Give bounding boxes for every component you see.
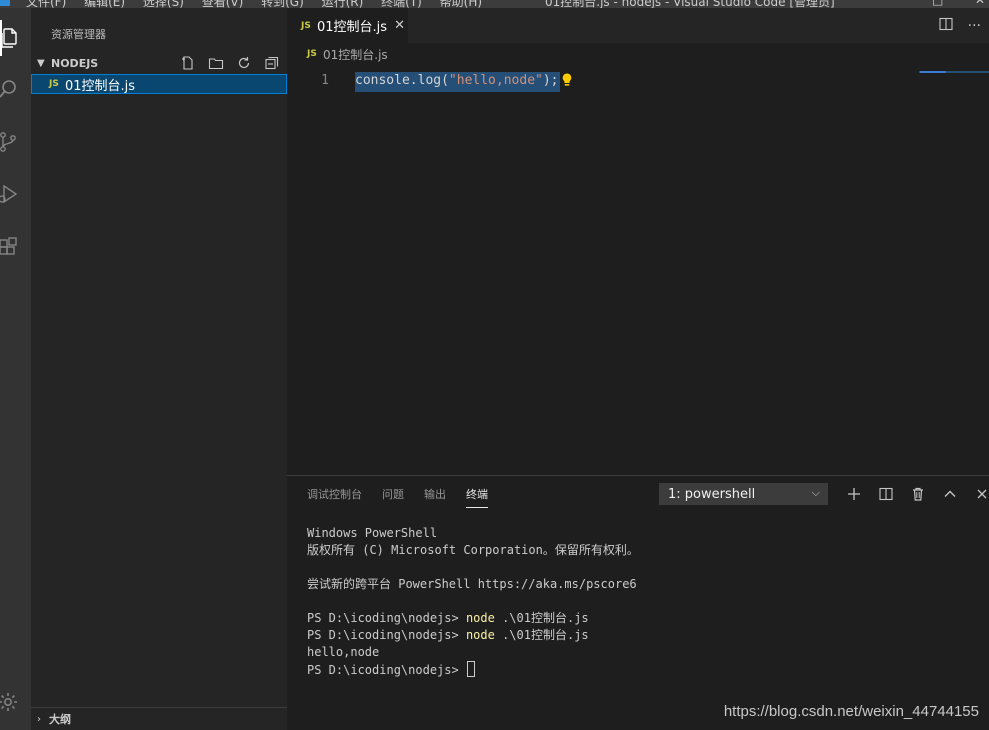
- terminal-argument: .\01控制台.js: [494, 628, 589, 642]
- code-call: console.log(: [355, 73, 449, 88]
- explorer-icon[interactable]: [0, 20, 31, 56]
- line-number: 1: [321, 73, 329, 88]
- close-tab-icon[interactable]: ✕: [394, 18, 405, 33]
- more-actions-icon[interactable]: ···: [968, 18, 981, 34]
- terminal-select[interactable]: 1: powershell ⌵: [659, 483, 828, 505]
- sidebar-title: 资源管理器: [51, 28, 106, 41]
- tab-terminal[interactable]: 终端: [466, 486, 488, 508]
- terminal-prompt: PS D:\icoding\nodejs>: [307, 628, 466, 642]
- terminal-select-value: 1: powershell: [668, 486, 756, 502]
- menu-file[interactable]: 文件(F): [26, 0, 66, 8]
- run-debug-icon[interactable]: [0, 176, 31, 212]
- terminal-argument: .\01控制台.js: [494, 611, 589, 625]
- close-panel-icon[interactable]: [973, 485, 989, 503]
- menu-help[interactable]: 帮助(H): [440, 0, 482, 8]
- terminal-prompt: PS D:\icoding\nodejs>: [307, 611, 466, 625]
- terminal-cursor: [466, 661, 475, 677]
- menu-bar: 文件(F) 编辑(E) 选择(S) 查看(V) 转到(G) 运行(R) 终端(T…: [26, 0, 496, 8]
- tab-output[interactable]: 输出: [424, 486, 446, 508]
- bottom-panel: 调试控制台 问题 输出 终端 1: powershell ⌵ Windows P…: [287, 475, 989, 730]
- terminal-output[interactable]: Windows PowerShell 版权所有 (C) Microsoft Cor…: [307, 525, 639, 679]
- terminal-command-line: PS D:\icoding\nodejs>: [307, 661, 639, 679]
- outline-section-header[interactable]: › 大纲: [31, 707, 287, 730]
- maximize-icon[interactable]: □: [932, 0, 943, 7]
- code-string: "hello,node": [448, 73, 543, 88]
- close-window-icon[interactable]: ✕: [975, 0, 985, 7]
- terminal-command-line: PS D:\icoding\nodejs> node .\01控制台.js: [307, 627, 639, 644]
- file-item[interactable]: JS 01控制台.js: [31, 74, 287, 94]
- chevron-down-icon: ⌵: [811, 486, 820, 499]
- tab-debug-console[interactable]: 调试控制台: [307, 486, 362, 508]
- js-file-icon: JS: [307, 49, 317, 59]
- terminal-line: Windows PowerShell: [307, 526, 438, 540]
- watermark: https://blog.csdn.net/weixin_44744155: [723, 703, 979, 720]
- editor-tab[interactable]: JS 01控制台.js ✕: [287, 8, 408, 43]
- terminal-prompt: PS D:\icoding\nodejs>: [307, 663, 466, 677]
- split-terminal-icon[interactable]: [877, 485, 895, 503]
- js-file-icon: JS: [49, 79, 59, 89]
- new-terminal-icon[interactable]: [845, 485, 863, 503]
- editor-actions: ···: [938, 8, 989, 43]
- terminal-line: hello,node: [307, 645, 380, 659]
- title-bar: 文件(F) 编辑(E) 选择(S) 查看(V) 转到(G) 运行(R) 终端(T…: [0, 0, 989, 8]
- vscode-logo-icon: [0, 0, 10, 6]
- new-file-icon[interactable]: [179, 54, 197, 72]
- explorer-toolbar: [179, 54, 281, 72]
- code-end: );: [542, 73, 559, 88]
- menu-view[interactable]: 查看(V): [202, 0, 244, 8]
- breadcrumb[interactable]: JS 01控制台.js: [287, 43, 388, 65]
- explorer-sidebar: 资源管理器 ▼ NODEJS JS 01控制台.js › 大纲: [31, 8, 287, 730]
- trash-icon[interactable]: [909, 485, 927, 503]
- terminal-command-line: PS D:\icoding\nodejs> node .\01控制台.js: [307, 610, 639, 627]
- collapse-all-icon[interactable]: [263, 54, 281, 72]
- extensions-icon[interactable]: [0, 229, 31, 265]
- menu-run[interactable]: 运行(R): [322, 0, 364, 8]
- maximize-panel-icon[interactable]: [941, 485, 959, 503]
- folder-name: NODEJS: [51, 56, 99, 70]
- source-control-icon[interactable]: [0, 124, 31, 160]
- menu-selection[interactable]: 选择(S): [143, 0, 184, 8]
- terminal-blank: [307, 593, 639, 610]
- window-title: 01控制台.js - nodejs - Visual Studio Code […: [545, 0, 835, 8]
- settings-gear-icon[interactable]: [0, 684, 31, 720]
- panel-tabs: 调试控制台 问题 输出 终端: [307, 486, 488, 508]
- code-text[interactable]: console.log("hello,node");: [355, 72, 560, 92]
- split-editor-icon[interactable]: [938, 16, 954, 36]
- menu-edit[interactable]: 编辑(E): [84, 0, 125, 8]
- tab-problems[interactable]: 问题: [382, 486, 404, 508]
- breadcrumb-file: 01控制台.js: [323, 47, 388, 62]
- lightbulb-icon[interactable]: [560, 72, 574, 92]
- terminal-line: 尝试新的跨平台 PowerShell https://aka.ms/pscore…: [307, 577, 637, 591]
- editor-tab-bar: JS 01控制台.js ✕ ···: [287, 8, 989, 43]
- menu-go[interactable]: 转到(G): [261, 0, 304, 8]
- menu-terminal[interactable]: 终端(T): [381, 0, 422, 8]
- activity-bar: [0, 8, 31, 730]
- js-file-icon: JS: [301, 20, 311, 31]
- terminal-command: node: [465, 628, 495, 642]
- outline-label: 大纲: [49, 713, 71, 726]
- code-line[interactable]: 1 console.log("hello,node");: [287, 72, 989, 92]
- terminal-line: 版权所有 (C) Microsoft Corporation。保留所有权利。: [307, 543, 639, 557]
- minimap-slider[interactable]: [920, 71, 946, 73]
- terminal-command: node: [465, 611, 495, 625]
- terminal-blank: [307, 559, 639, 576]
- editor-area: JS 01控制台.js ✕ ··· JS 01控制台.js 1 console.…: [287, 8, 989, 475]
- chevron-right-icon: ›: [37, 713, 41, 725]
- file-name: 01控制台.js: [65, 78, 136, 94]
- refresh-icon[interactable]: [235, 54, 253, 72]
- new-folder-icon[interactable]: [207, 54, 225, 72]
- chevron-down-icon: ▼: [37, 57, 45, 69]
- panel-toolbar: [845, 485, 989, 503]
- tab-label: 01控制台.js: [317, 20, 388, 35]
- search-icon[interactable]: [0, 71, 31, 107]
